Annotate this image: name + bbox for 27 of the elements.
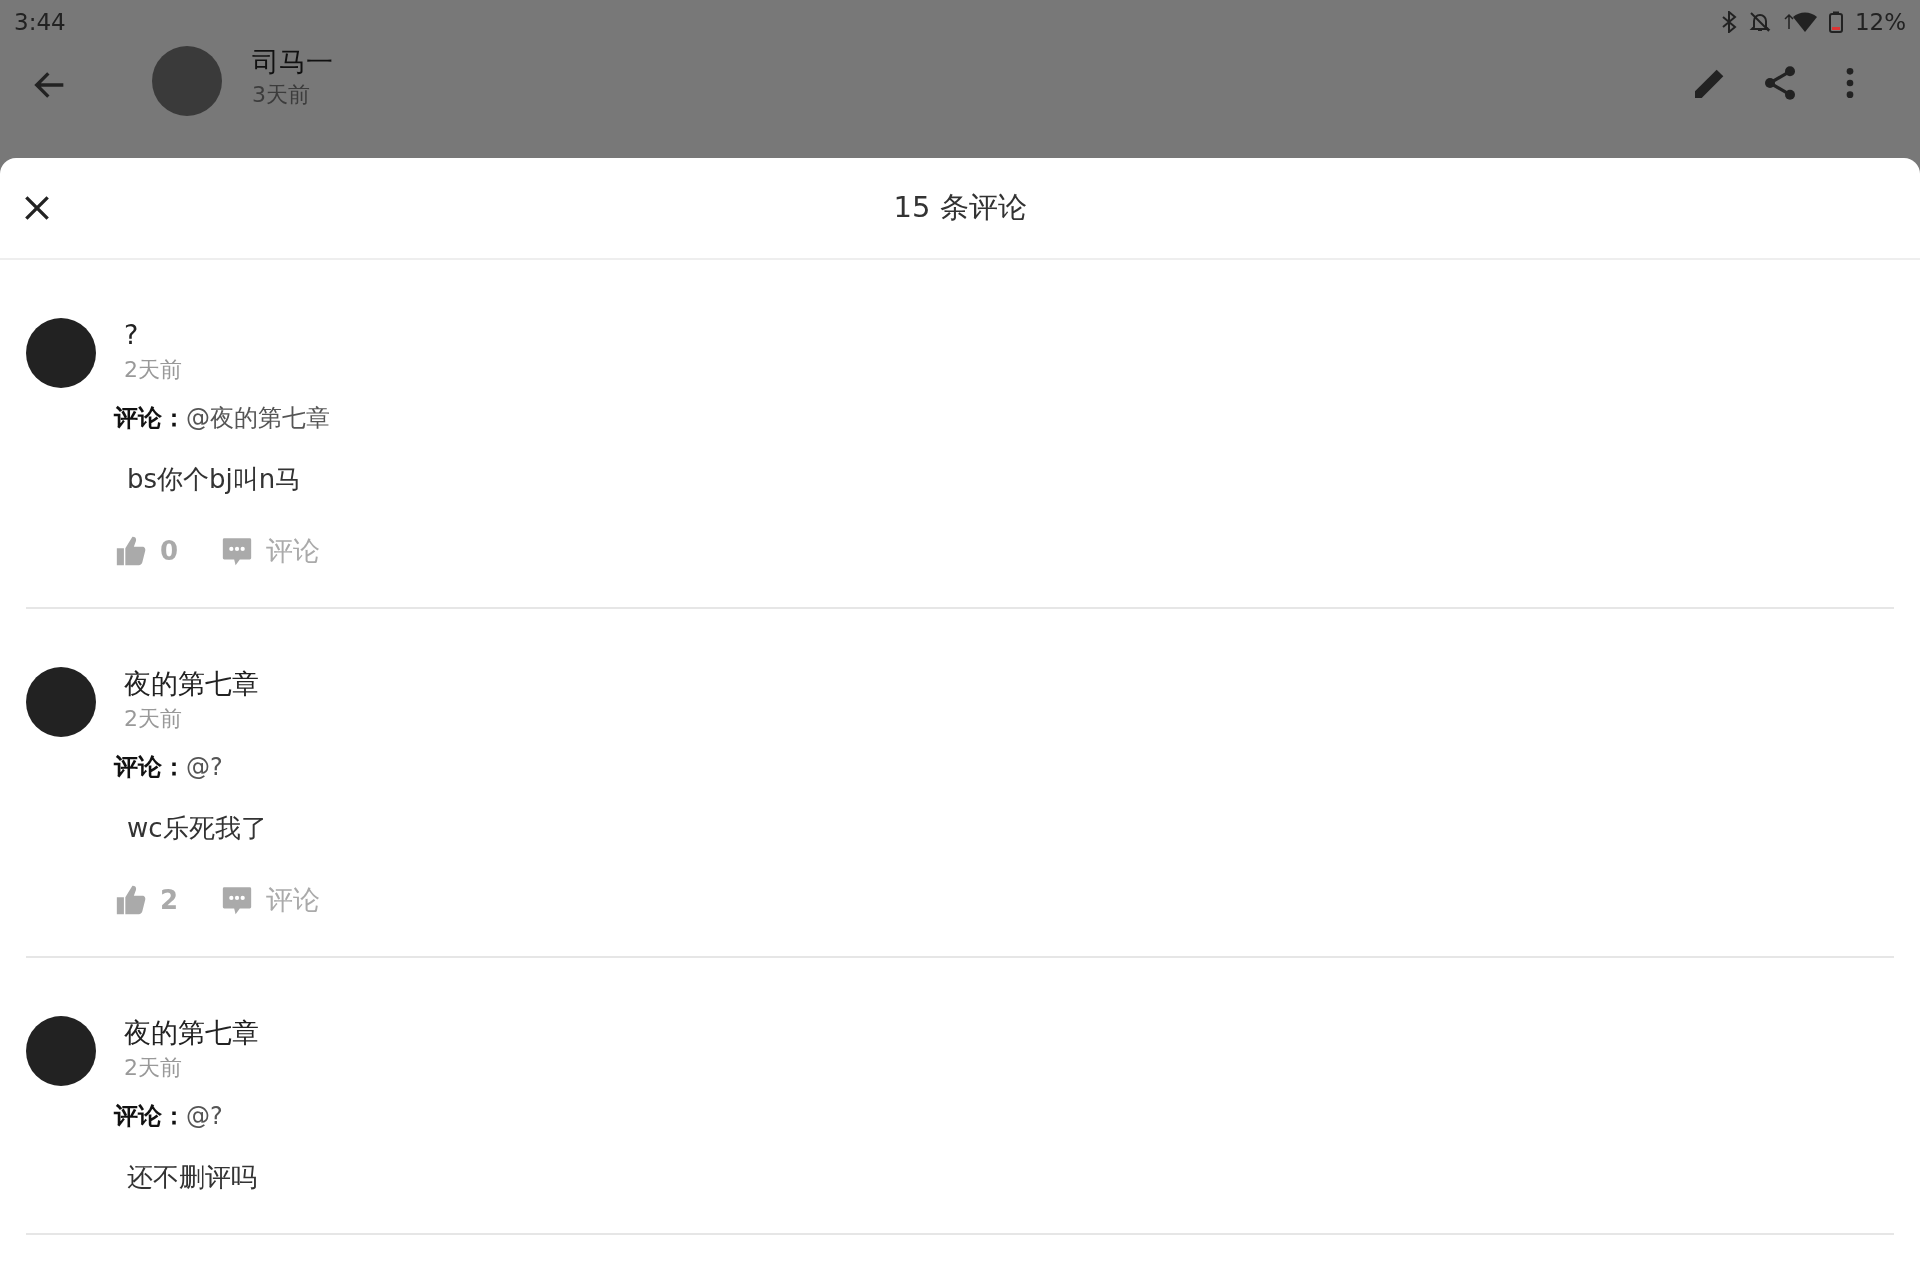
bluetooth-icon: [1720, 11, 1737, 33]
sheet-title: 15 条评论: [893, 189, 1027, 226]
comment-text: wc乐死我了: [127, 812, 268, 845]
reply-target: 评论：@?: [114, 752, 224, 783]
wifi-icon: [1782, 11, 1817, 33]
comment-text: bs你个bj叫n马: [127, 463, 303, 496]
reply-target: 评论：@?: [114, 1101, 224, 1132]
reply-link[interactable]: 评论: [266, 882, 321, 918]
commenter-name: 夜的第七章: [124, 1016, 259, 1050]
comment-time: 2天前: [124, 356, 182, 384]
commenter-name: ?: [124, 318, 140, 352]
comment-text: 还不删评吗: [127, 1161, 258, 1194]
reply-target: 评论：@夜的第七章: [114, 403, 331, 434]
like-count: 2: [160, 885, 179, 915]
commenter-name: 夜的第七章: [124, 667, 259, 701]
bell-off-icon: [1748, 11, 1771, 33]
status-time: 3:44: [14, 9, 66, 35]
thumbs-up-icon[interactable]: [114, 534, 148, 568]
like-count: 0: [160, 536, 179, 566]
post-time: 3天前: [252, 81, 311, 109]
reply-link[interactable]: 评论: [266, 533, 321, 569]
comment-time: 2天前: [124, 705, 183, 733]
battery-level: 12%: [1854, 9, 1906, 35]
author-name: 司马一: [252, 45, 333, 79]
battery-icon: [1828, 11, 1843, 33]
comment-time: 2天前: [124, 1054, 183, 1082]
thumbs-up-icon[interactable]: [114, 883, 148, 917]
